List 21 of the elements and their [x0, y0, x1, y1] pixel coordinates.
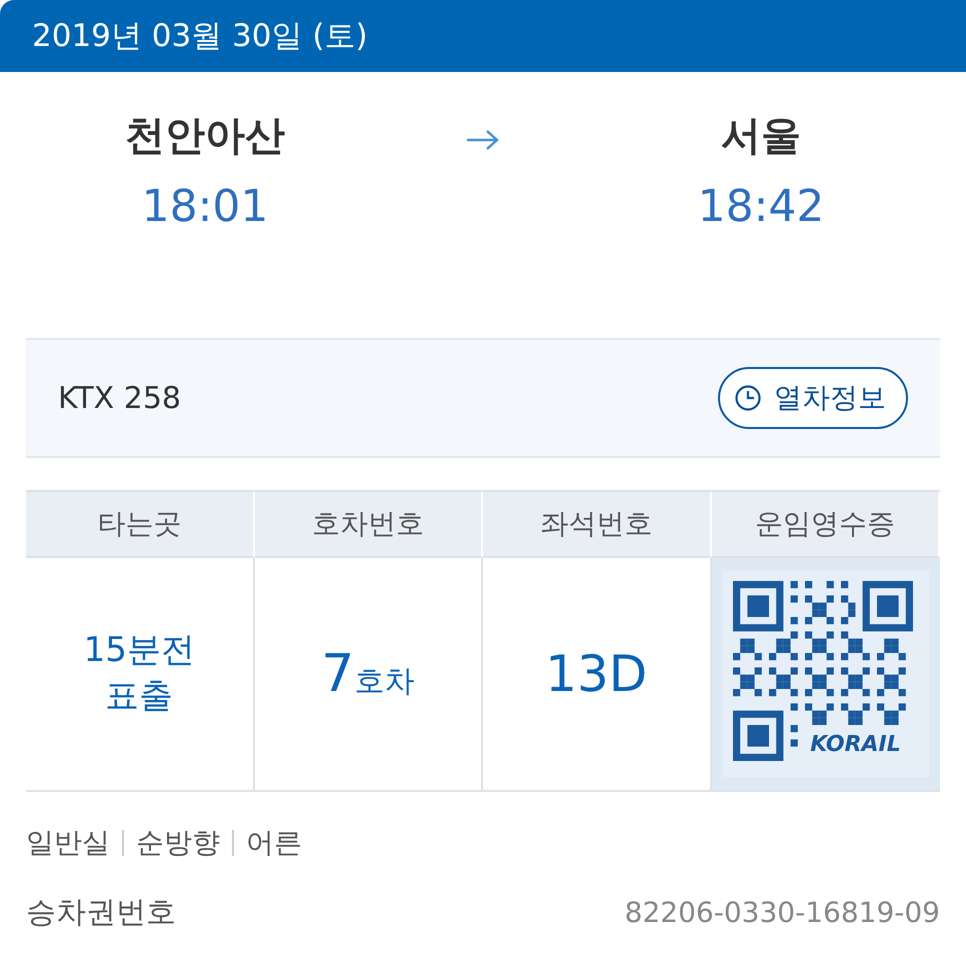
car-number: 7 호차 [321, 644, 414, 704]
column-header: 좌석번호 [483, 492, 712, 558]
ticket-number-label: 승차권번호 [26, 894, 176, 932]
date-text: 2019년 03월 30일 (토) [32, 17, 368, 56]
column-header: 운임영수증 [712, 492, 940, 558]
arrival-station: 서울 [721, 112, 801, 161]
departure-station: 천안아산 [125, 112, 285, 161]
boarding-info: 15분전 표출 [84, 629, 195, 718]
arrival-time: 18:42 [698, 181, 824, 232]
seat-number: 13D [545, 645, 648, 703]
ticket-detail: 일반실 [26, 825, 110, 861]
ticket-number: 82206-0330-16819-09 [624, 896, 940, 929]
clock-icon [734, 384, 762, 412]
train-name: KTX 258 [58, 380, 182, 416]
ticket-detail: 순방향 [136, 825, 220, 861]
column-header: 타는곳 [26, 492, 254, 558]
train-info-button[interactable]: 열차정보 [718, 367, 908, 429]
column-header: 호차번호 [254, 492, 483, 558]
departure-time: 18:01 [142, 181, 268, 232]
arrow-icon [465, 128, 501, 152]
ticket-detail: 어른 [246, 825, 302, 861]
